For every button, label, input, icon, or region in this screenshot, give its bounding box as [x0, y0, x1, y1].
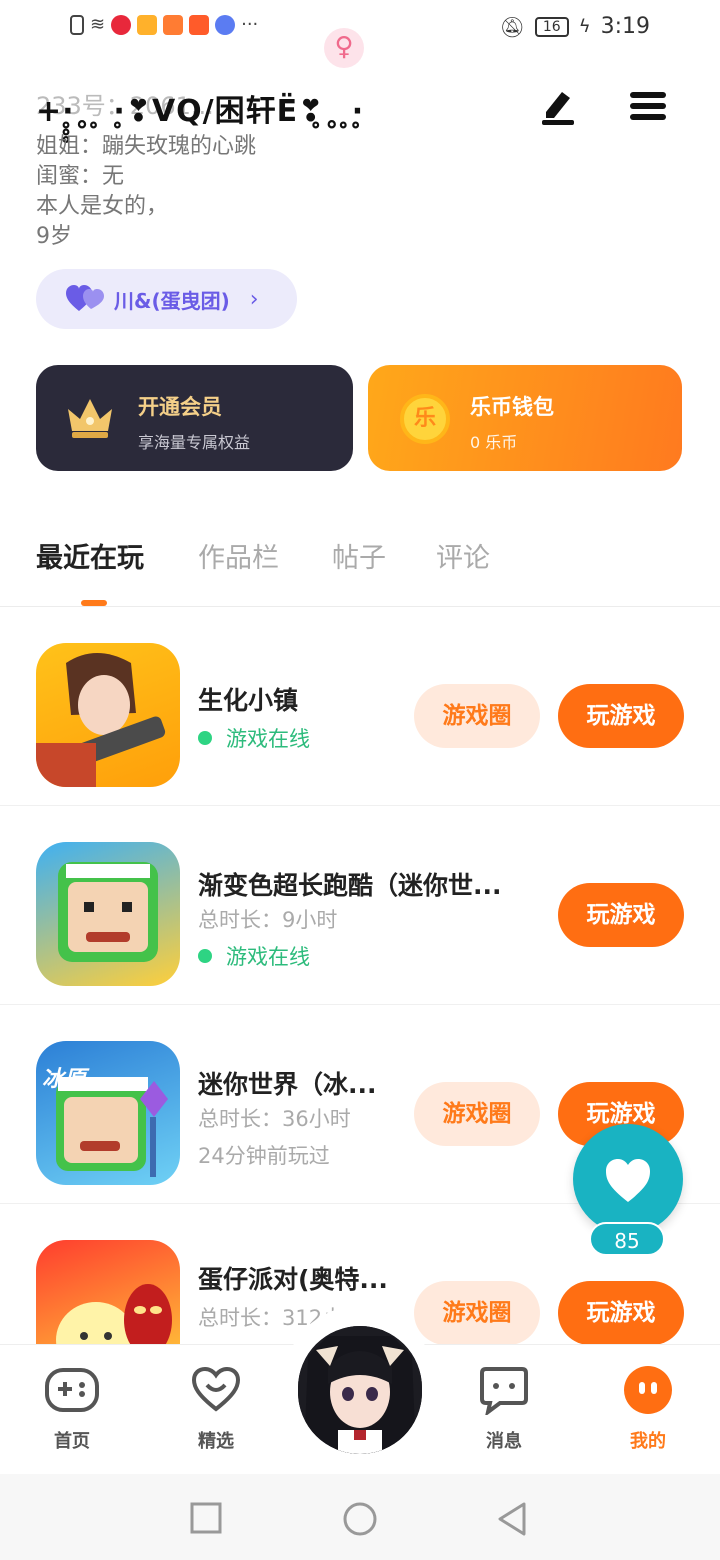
game-icon: 冰原 — [36, 1041, 180, 1185]
avatar-image — [298, 1326, 422, 1454]
game-art-image — [36, 653, 166, 787]
pencil-icon — [542, 92, 574, 125]
profile-bio: 姐姐：蹦失玫瑰的心跳 闺蜜：无 本人是女的， 9岁 — [36, 132, 256, 252]
menu-button[interactable] — [626, 84, 670, 128]
bell-off-icon: 🔕︎ — [499, 14, 525, 39]
wallet-title: 乐币钱包 — [470, 395, 554, 419]
tab-recent[interactable]: 最近在玩 — [36, 536, 144, 575]
last-played: 24分钟前玩过 — [198, 1144, 330, 1168]
nav-home[interactable]: 首页 — [22, 1365, 122, 1453]
nav-featured[interactable]: 精选 — [166, 1365, 266, 1453]
vip-subtitle: 享海量专属权益 — [138, 433, 251, 452]
play-game-button[interactable]: 玩游戏 — [558, 1281, 684, 1345]
game-art-image — [58, 862, 158, 962]
vip-card[interactable]: 开通会员 享海量专属权益 — [36, 365, 353, 471]
play-game-button[interactable]: 玩游戏 — [558, 684, 684, 748]
game-circle-button[interactable]: 游戏圈 — [414, 1082, 540, 1146]
nav-label: 首页 — [54, 1431, 90, 1452]
status-icons-right: 🔕︎ 16 ϟ 3:19 — [500, 14, 651, 39]
app-icon — [189, 14, 210, 35]
profile-name: +·̥̥̥˳ ̥ ·̥❣VQ/困轩Ë❣̥˳ ̥·̥ — [36, 94, 365, 129]
nav-label: 我的 — [630, 1431, 666, 1452]
vip-title: 开通会员 — [138, 395, 222, 419]
status-icons-left: ≋ ··· — [70, 14, 258, 35]
avatar[interactable] — [298, 1326, 422, 1454]
like-count: 85 — [589, 1222, 665, 1256]
tab-posts[interactable]: 帖子 — [332, 536, 386, 575]
heart-icon — [606, 1159, 650, 1202]
profile-face-icon — [624, 1366, 672, 1414]
nav-me[interactable]: 我的 — [598, 1365, 698, 1453]
bio-line: 本人是女的， — [36, 194, 169, 219]
online-dot-icon — [198, 731, 212, 745]
online-status: 游戏在线 — [198, 941, 310, 971]
recents-square-icon[interactable] — [190, 1502, 222, 1534]
online-label: 游戏在线 — [226, 945, 310, 969]
tab-works[interactable]: 作品栏 — [198, 536, 279, 575]
online-status: 游戏在线 — [198, 723, 310, 753]
crown-icon — [68, 399, 112, 438]
gamepad-icon — [45, 1368, 99, 1412]
hamburger-menu-icon — [630, 92, 666, 120]
play-duration: 总时长：9小时 — [198, 908, 338, 932]
heart-outline-icon — [191, 1366, 241, 1412]
game-icon — [36, 842, 180, 986]
club-label: 川&(蛋曳团) — [114, 288, 230, 313]
back-triangle-icon[interactable] — [496, 1501, 528, 1537]
app-icon — [163, 14, 184, 35]
battery-indicator: 16 — [534, 16, 569, 37]
club-link[interactable]: 川&(蛋曳团) › — [36, 269, 297, 329]
play-game-button[interactable]: 玩游戏 — [558, 883, 684, 947]
game-title: 迷你世界（冰... — [198, 1070, 377, 1099]
game-icon-label: 冰原 — [42, 1067, 87, 1092]
bio-line: 闺蜜：无 — [36, 164, 125, 189]
nav-label: 消息 — [486, 1431, 522, 1452]
music-icon — [215, 14, 236, 35]
nav-messages[interactable]: 消息 — [454, 1365, 554, 1453]
chevron-right-icon: › — [249, 286, 259, 312]
app-icon — [111, 14, 132, 35]
gender-badge: ♀ — [324, 28, 364, 68]
charging-icon: ϟ — [578, 16, 591, 37]
like-button[interactable] — [573, 1124, 683, 1234]
game-row[interactable]: 生化小镇 游戏在线 游戏圈 玩游戏 — [0, 607, 720, 806]
system-nav-bar — [0, 1474, 720, 1560]
game-title: 生化小镇 — [198, 686, 299, 715]
tab-comments[interactable]: 评论 — [436, 536, 490, 575]
edit-profile-button[interactable] — [536, 84, 580, 128]
game-circle-button[interactable]: 游戏圈 — [414, 1281, 540, 1345]
nav-label: 精选 — [198, 1431, 234, 1452]
profile-tabs: 最近在玩 作品栏 帖子 评论 — [36, 536, 696, 606]
wallet-card[interactable]: 乐 乐币钱包 0 乐币 — [368, 365, 682, 471]
play-duration: 总时长：36小时 — [198, 1107, 351, 1131]
game-title: 渐变色超长跑酷（迷你世... — [198, 871, 502, 900]
coin-icon: 乐 — [400, 394, 450, 444]
hearts-icon — [66, 285, 104, 311]
game-title: 蛋仔派对(奥特... — [198, 1265, 388, 1294]
app-icon — [137, 14, 158, 35]
bio-line: 姐姐：蹦失玫瑰的心跳 — [36, 134, 257, 159]
game-icon — [36, 643, 180, 787]
online-label: 游戏在线 — [226, 727, 310, 751]
bio-line: 9岁 — [36, 224, 72, 249]
wifi-icon: ≋ — [90, 14, 106, 35]
message-icon — [480, 1367, 528, 1417]
more-indicator: ··· — [241, 14, 259, 35]
game-row[interactable]: 渐变色超长跑酷（迷你世... 总时长：9小时 游戏在线 玩游戏 — [0, 806, 720, 1005]
sim-icon — [70, 14, 84, 35]
home-circle-icon[interactable] — [342, 1501, 378, 1537]
online-dot-icon — [198, 949, 212, 963]
wallet-balance: 0 乐币 — [470, 433, 518, 452]
clock: 3:19 — [600, 14, 650, 39]
game-circle-button[interactable]: 游戏圈 — [414, 684, 540, 748]
